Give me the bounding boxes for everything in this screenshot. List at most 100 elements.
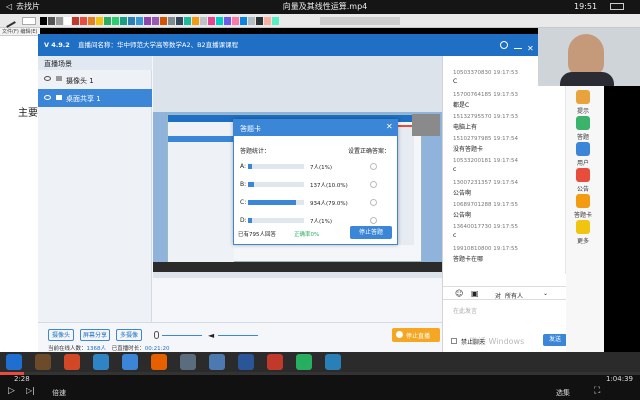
color-swatch[interactable]	[96, 17, 103, 25]
source-item-camera[interactable]: 摄像头 1	[38, 72, 152, 88]
side-nav-item[interactable]: 更多	[572, 220, 594, 245]
speed-button[interactable]: 倍速	[52, 388, 66, 398]
taskbar-powerpoint-icon[interactable]	[64, 354, 80, 370]
play-icon[interactable]: ▷	[8, 386, 15, 396]
stop-live-button[interactable]: 停止直播	[392, 328, 440, 342]
chat-input[interactable]: 在此发言	[453, 306, 477, 315]
screen-share-button[interactable]: 屏幕分享	[80, 329, 110, 341]
color-swatch[interactable]	[152, 17, 159, 25]
taskbar-app1-icon[interactable]	[35, 354, 51, 370]
color-swatch[interactable]	[264, 17, 271, 25]
multi-camera-button[interactable]: 多摄像	[116, 329, 142, 341]
color-swatch[interactable]	[104, 17, 111, 25]
color-swatch[interactable]	[136, 17, 143, 25]
color-swatch[interactable]	[128, 17, 135, 25]
minimize-icon[interactable]	[514, 41, 522, 49]
chat-message-text: 公告啊	[453, 190, 472, 197]
color-swatch[interactable]	[248, 17, 255, 25]
source-item-desktop[interactable]: 桌面共享 1	[38, 89, 152, 107]
back-icon[interactable]: ◁	[6, 0, 12, 14]
taskbar-start-icon[interactable]	[6, 354, 22, 370]
color-swatch[interactable]	[200, 17, 207, 25]
speaker-icon[interactable]: ◄	[208, 331, 214, 340]
correct-answer-radio[interactable]	[370, 199, 377, 206]
progress-track[interactable]	[0, 372, 640, 375]
tool-group[interactable]	[320, 17, 400, 25]
close-icon[interactable]: ✕	[386, 122, 393, 131]
eye-icon[interactable]	[44, 76, 51, 81]
stop-answer-button[interactable]: 停止答题	[350, 226, 392, 239]
chevron-down-icon[interactable]: ⌄	[543, 290, 548, 297]
color-swatch[interactable]	[256, 17, 263, 25]
dialog-title: 答题卡	[240, 125, 261, 133]
side-nav-item[interactable]: 答题卡	[572, 194, 594, 219]
taskbar-app4-icon[interactable]	[122, 354, 138, 370]
color-swatch[interactable]	[88, 17, 95, 25]
color-swatch[interactable]	[224, 17, 231, 25]
color-swatch[interactable]	[40, 17, 47, 25]
color-swatch[interactable]	[144, 17, 151, 25]
send-button[interactable]: 发送	[543, 334, 567, 346]
color-swatch[interactable]	[64, 17, 71, 25]
back-link[interactable]: 去找片	[16, 0, 40, 14]
whiteboard-canvas[interactable]: 主要	[0, 36, 38, 356]
color-swatch[interactable]	[232, 17, 239, 25]
nested-scenes	[168, 122, 234, 262]
correct-answer-radio[interactable]	[370, 163, 377, 170]
side-nav-icon	[576, 142, 590, 156]
settings-icon[interactable]	[500, 41, 508, 49]
color-swatch[interactable]	[168, 17, 175, 25]
speaker-volume-slider[interactable]	[218, 335, 258, 336]
correct-answer-radio[interactable]	[370, 217, 377, 224]
color-swatch[interactable]	[112, 17, 119, 25]
whiteboard-menu-text[interactable]: 文件(F) 编辑(E)	[2, 28, 37, 35]
camera-button[interactable]: 摄像头	[48, 329, 74, 341]
side-nav-item[interactable]: 公告	[572, 168, 594, 193]
taskbar-firefox-icon[interactable]	[151, 354, 167, 370]
image-icon[interactable]: ▣	[471, 289, 479, 298]
chat-target[interactable]: 所有人	[505, 291, 523, 300]
option-count: 934人(79.0%)	[310, 201, 348, 207]
color-swatch[interactable]	[184, 17, 191, 25]
option-count: 7人(1%)	[310, 165, 333, 171]
taskbar-app6-icon[interactable]	[180, 354, 196, 370]
taskbar-app3-icon[interactable]	[93, 354, 109, 370]
taskbar-app7-icon[interactable]	[209, 354, 225, 370]
pen-icon[interactable]	[2, 14, 16, 28]
side-nav-item[interactable]: 答题	[572, 116, 594, 141]
taskbar-app9-icon[interactable]	[267, 354, 283, 370]
mic-volume-slider[interactable]	[162, 335, 202, 336]
color-swatch[interactable]	[160, 17, 167, 25]
color-swatch[interactable]	[48, 17, 55, 25]
episodes-button[interactable]: 选集	[556, 388, 570, 398]
scene-tab[interactable]: 直播场景	[44, 59, 72, 69]
answer-card-dialog: 答题卡 ✕ 答题统计： 设置正确答案： A: 7人(1%) B: 137人(10.0%…	[233, 119, 398, 245]
microphone-icon[interactable]	[154, 331, 159, 339]
next-icon[interactable]: ▷|	[26, 386, 35, 395]
color-swatch[interactable]	[208, 17, 215, 25]
eye-icon[interactable]	[44, 95, 51, 100]
color-palette[interactable]	[40, 17, 290, 25]
room-name: 直播间名称：华中师范大学高等数学A2、B2直播课课程	[78, 41, 239, 49]
fullscreen-icon[interactable]: ⛶	[594, 386, 600, 396]
color-swatch[interactable]	[56, 17, 63, 25]
mute-checkbox[interactable]	[451, 338, 457, 344]
correct-answer-radio[interactable]	[370, 181, 377, 188]
color-swatch[interactable]	[192, 17, 199, 25]
taskbar-app11-icon[interactable]	[325, 354, 341, 370]
color-swatch[interactable]	[272, 17, 279, 25]
color-swatch[interactable]	[176, 17, 183, 25]
color-swatch[interactable]	[120, 17, 127, 25]
color-swatch[interactable]	[80, 17, 87, 25]
taskbar-word-icon[interactable]	[238, 354, 254, 370]
side-nav-item[interactable]: 提示	[572, 90, 594, 115]
side-nav-item[interactable]: 用户	[572, 142, 594, 167]
side-nav-icon	[576, 220, 590, 234]
chat-message-text: c	[453, 166, 457, 173]
color-swatch[interactable]	[240, 17, 247, 25]
emoji-icon[interactable]: ☺	[455, 289, 463, 298]
color-swatch[interactable]	[72, 17, 79, 25]
color-picker-icon[interactable]	[22, 17, 36, 25]
color-swatch[interactable]	[216, 17, 223, 25]
taskbar-app10-icon[interactable]	[296, 354, 312, 370]
